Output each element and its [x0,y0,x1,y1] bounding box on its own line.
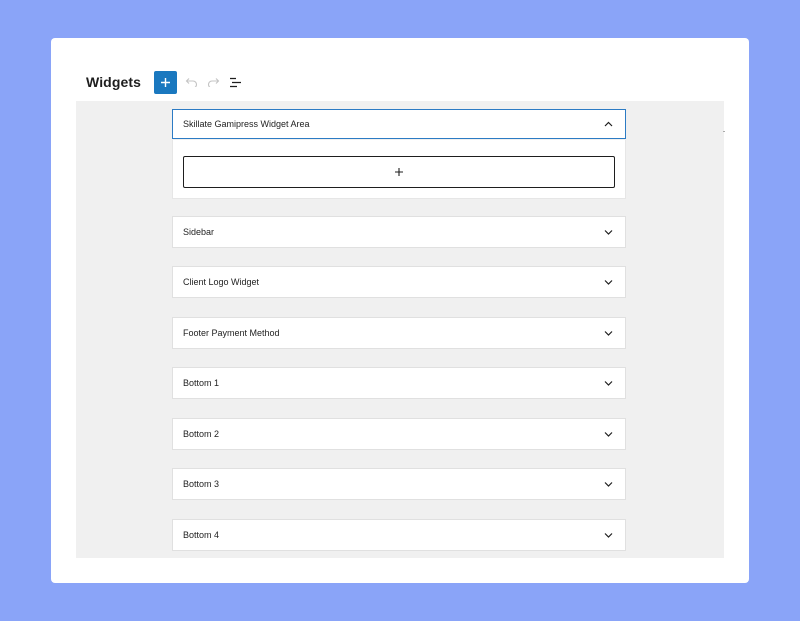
scroll-marker [723,131,725,132]
chevron-up-icon[interactable] [603,119,613,129]
widget-area-label: Sidebar [183,227,215,237]
page-title: Widgets [86,74,142,90]
redo-icon [207,78,219,87]
chevron-down-icon[interactable] [603,277,613,287]
widget-area-bottom-2[interactable]: Bottom 2 [172,418,626,450]
chevron-down-icon[interactable] [603,530,613,540]
widget-area-label: Bottom 2 [183,429,220,439]
plus-icon [161,77,171,87]
chevron-down-icon[interactable] [603,227,613,237]
undo-icon [185,78,197,87]
widget-area-client-logo[interactable]: Client Logo Widget [172,266,626,298]
chevron-down-icon[interactable] [603,328,613,338]
widget-area-skillate-gamipress[interactable]: Skillate Gamipress Widget Area [172,109,626,139]
widget-area-footer-payment[interactable]: Footer Payment Method [172,317,626,349]
widget-area-body [172,140,626,199]
undo-button[interactable] [183,74,199,90]
plus-icon [395,168,403,176]
chevron-down-icon[interactable] [603,378,613,388]
widget-area-label: Bottom 3 [183,479,220,489]
list-view-icon [229,77,241,87]
list-view-button[interactable] [227,74,243,90]
widgets-editor-card: Widgets Skillate Gamipress Widget Area S… [51,38,749,583]
widget-area-label: Client Logo Widget [183,277,260,287]
chevron-down-icon[interactable] [603,479,613,489]
add-block-appender[interactable] [183,156,615,188]
chevron-down-icon[interactable] [603,429,613,439]
widget-area-label: Bottom 1 [183,378,220,388]
widget-area-sidebar[interactable]: Sidebar [172,216,626,248]
widget-area-bottom-4[interactable]: Bottom 4 [172,519,626,551]
add-block-button[interactable] [154,70,178,94]
widget-area-label: Footer Payment Method [183,328,280,338]
redo-button[interactable] [205,74,221,90]
editor-header: Widgets [86,70,243,94]
widget-areas-canvas: Skillate Gamipress Widget Area Sidebar C… [76,101,725,558]
widget-area-label: Skillate Gamipress Widget Area [183,119,310,129]
widget-area-label: Bottom 4 [183,530,220,540]
widget-area-bottom-3[interactable]: Bottom 3 [172,468,626,500]
widget-area-bottom-1[interactable]: Bottom 1 [172,367,626,399]
